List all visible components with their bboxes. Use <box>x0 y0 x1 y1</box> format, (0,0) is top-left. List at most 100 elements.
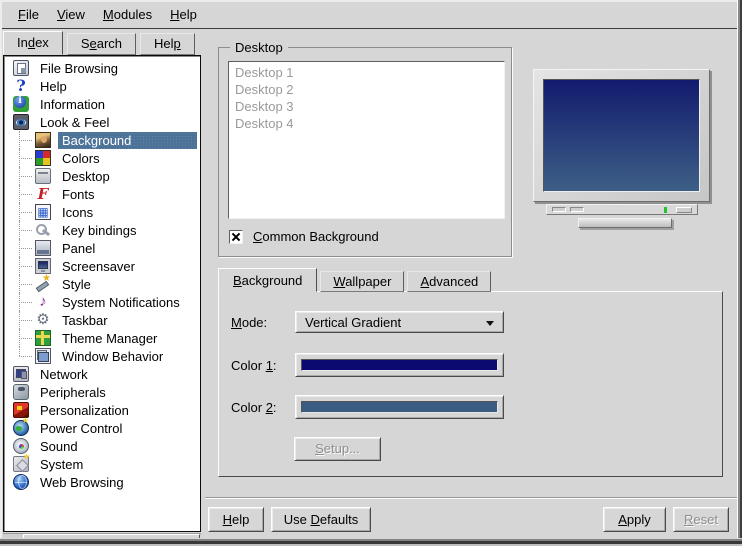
taskbar-icon <box>35 312 51 328</box>
monitor-button-icon <box>676 207 692 213</box>
tab-background[interactable]: Background <box>218 268 317 292</box>
icons-icon <box>35 204 51 220</box>
color2-label: Color 2: <box>231 400 277 416</box>
window-frame <box>737 0 742 546</box>
tree-item-peripherals[interactable]: Peripherals <box>4 383 200 401</box>
screensaver-icon <box>35 258 51 274</box>
tree-item-label: Web Browsing <box>36 474 128 491</box>
key-bindings-icon <box>35 222 51 238</box>
settings-tabs: BackgroundWallpaperAdvanced <box>218 268 494 292</box>
monitor-stand <box>578 218 672 228</box>
tree-item-power-control[interactable]: Power Control <box>4 419 200 437</box>
tree-item-label: Power Control <box>36 420 126 437</box>
module-tree: File BrowsingHelpInformationLook & FeelB… <box>3 55 201 532</box>
tab-wallpaper[interactable]: Wallpaper <box>320 271 404 292</box>
reset-button: Reset <box>673 507 729 532</box>
common-background-row: Common Background <box>229 229 379 244</box>
menu-bar: FileViewModulesHelp <box>2 2 737 29</box>
panel-icon <box>35 240 51 256</box>
tab-advanced[interactable]: Advanced <box>407 271 491 292</box>
tree-item-label: Theme Manager <box>58 330 161 347</box>
tree-item-key-bindings[interactable]: Key bindings <box>4 221 200 239</box>
tree-item-file-browsing[interactable]: File Browsing <box>4 59 200 77</box>
tree-item-look-feel[interactable]: Look & Feel <box>4 113 200 131</box>
info-icon <box>13 96 29 112</box>
tree-item-web-browsing[interactable]: Web Browsing <box>4 473 200 491</box>
monitor-button-icon <box>552 207 566 212</box>
tree-item-desktop[interactable]: Desktop <box>4 167 200 185</box>
tree-item-label: Background <box>58 132 197 149</box>
background-portrait-icon <box>35 132 51 148</box>
tree-item-fonts[interactable]: Fonts <box>4 185 200 203</box>
menu-file[interactable]: File <box>9 2 48 28</box>
common-background-checkbox[interactable] <box>229 230 243 244</box>
tree-item-background[interactable]: Background <box>4 131 200 149</box>
tree-item-network[interactable]: Network <box>4 365 200 383</box>
tree-item-label: Peripherals <box>36 384 110 401</box>
power-control-icon <box>13 420 29 436</box>
web-browsing-icon <box>13 474 29 490</box>
tree-item-personalization[interactable]: Personalization <box>4 401 200 419</box>
tree-item-panel[interactable]: Panel <box>4 239 200 257</box>
monitor-button-icon <box>570 207 584 212</box>
tree-item-label: Fonts <box>58 186 99 203</box>
tree-item-label: Sound <box>36 438 82 455</box>
color2-button[interactable] <box>295 395 504 419</box>
tree-item-window-behavior[interactable]: Window Behavior <box>4 347 200 365</box>
use-defaults-button[interactable]: Use Defaults <box>271 507 371 532</box>
tree-item-label: Look & Feel <box>36 114 113 131</box>
tree-item-system[interactable]: System <box>4 455 200 473</box>
sidebar-tab-help[interactable]: Help <box>140 33 195 55</box>
theme-manager-icon <box>35 330 51 346</box>
desktop-group: Desktop Desktop 1Desktop 2Desktop 3Deskt… <box>218 47 512 257</box>
tree-item-label: Help <box>36 78 71 95</box>
desktop-list-item: Desktop 3 <box>229 98 504 115</box>
tree-item-label: System <box>36 456 87 473</box>
window-frame <box>0 538 742 546</box>
tree-item-icons[interactable]: Icons <box>4 203 200 221</box>
help-icon <box>13 78 29 94</box>
tree-item-theme-manager[interactable]: Theme Manager <box>4 329 200 347</box>
monitor-base <box>546 204 698 215</box>
color1-label: Color 1: <box>231 358 277 374</box>
tree-item-label: Style <box>58 276 95 293</box>
chevron-down-icon <box>486 321 494 326</box>
tree-item-label: System Notifications <box>58 294 184 311</box>
sidebar-tabs: IndexSearchHelp <box>3 31 199 55</box>
window-frame <box>0 0 742 2</box>
desktop-list-item: Desktop 2 <box>229 81 504 98</box>
color1-swatch <box>301 359 498 371</box>
apply-button[interactable]: Apply <box>603 507 666 532</box>
style-icon <box>35 276 51 292</box>
peripherals-icon <box>13 384 29 400</box>
tree-item-colors[interactable]: Colors <box>4 149 200 167</box>
color1-button[interactable] <box>295 353 504 377</box>
window-frame <box>0 0 2 546</box>
tree-item-label: Taskbar <box>58 312 112 329</box>
colors-icon <box>35 150 51 166</box>
tree-item-information[interactable]: Information <box>4 95 200 113</box>
tree-item-screensaver[interactable]: Screensaver <box>4 257 200 275</box>
tree-item-help[interactable]: Help <box>4 77 200 95</box>
sidebar-tab-search[interactable]: Search <box>67 33 136 55</box>
tree-item-style[interactable]: Style <box>4 275 200 293</box>
control-center-window: FileViewModulesHelp IndexSearchHelp File… <box>0 0 742 546</box>
help-button[interactable]: Help <box>208 507 264 532</box>
mode-select[interactable]: Vertical Gradient <box>295 311 504 333</box>
menu-modules[interactable]: Modules <box>94 2 161 28</box>
desktop-list-item: Desktop 4 <box>229 115 504 132</box>
desktop-group-title: Desktop <box>230 39 288 56</box>
tree-item-taskbar[interactable]: Taskbar <box>4 311 200 329</box>
sidebar-tab-index[interactable]: Index <box>3 31 63 55</box>
tree-item-sound[interactable]: Sound <box>4 437 200 455</box>
notifications-icon <box>35 294 51 310</box>
background-tab-pane: Mode: Vertical Gradient Color 1: Color 2… <box>218 291 723 477</box>
tree-item-label: Desktop <box>58 168 114 185</box>
menu-help[interactable]: Help <box>161 2 206 28</box>
tree-item-system-notifications[interactable]: System Notifications <box>4 293 200 311</box>
desktop-icon <box>35 168 51 184</box>
tree-item-label: Screensaver <box>58 258 139 275</box>
desktop-list-item: Desktop 1 <box>229 64 504 81</box>
look-and-feel-eye-icon <box>13 114 29 130</box>
menu-view[interactable]: View <box>48 2 94 28</box>
